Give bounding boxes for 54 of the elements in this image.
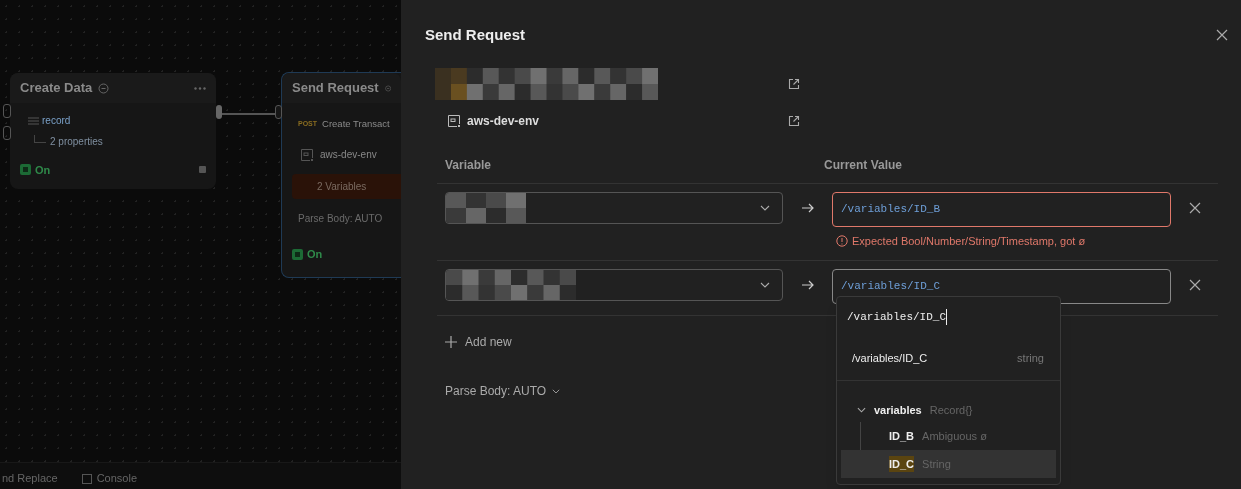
plus-icon [445, 336, 457, 348]
request-name: Create Transact [322, 117, 390, 131]
list-icon [28, 116, 39, 125]
input-port[interactable] [275, 105, 282, 119]
environment-name: aws-dev-env [467, 112, 540, 130]
input-port[interactable] [3, 104, 11, 118]
type-label: Ambiguous ø [922, 428, 987, 444]
info-icon [98, 82, 110, 94]
status-label: On [35, 162, 51, 178]
environment-icon [447, 113, 461, 128]
status-label: On [307, 247, 323, 263]
more-icon[interactable] [194, 86, 206, 90]
environment-name: aws-dev-env [320, 148, 377, 163]
error-message: Expected Bool/Number/String/Timestamp, got ø [852, 233, 1086, 249]
tree-item[interactable]: ID_B Ambiguous ø [841, 422, 1056, 450]
chevron-down-icon [552, 388, 561, 394]
column-header: Variable [444, 156, 493, 174]
close-icon[interactable] [1188, 201, 1201, 214]
variable-select[interactable] [445, 191, 783, 224]
toggle-indicator[interactable] [292, 249, 303, 260]
variables-badge[interactable]: 2 Variables [292, 174, 401, 200]
square-icon [199, 166, 206, 174]
close-icon[interactable] [1216, 29, 1228, 42]
error-icon [836, 234, 848, 247]
arrow-right-icon [801, 202, 814, 213]
chevron-down-icon [760, 204, 770, 211]
node-title: Create Data [20, 79, 93, 98]
node-card[interactable]: Create Data record 2 properties On [10, 73, 216, 189]
toggle-indicator[interactable] [20, 164, 31, 176]
output-port[interactable] [216, 105, 222, 119]
chevron-down-icon [760, 282, 770, 288]
node-title: Send Request [292, 79, 379, 98]
close-icon[interactable] [1188, 279, 1201, 291]
environment-icon [300, 147, 314, 162]
column-header: Current Value [824, 156, 903, 174]
external-link-icon[interactable] [788, 114, 800, 127]
arrow-right-icon [801, 280, 814, 290]
external-link-icon[interactable] [788, 77, 800, 90]
field-detail: 2 properties [50, 135, 103, 149]
tree-item[interactable]: variables Record{} [841, 400, 1056, 420]
input-port[interactable] [3, 126, 11, 140]
add-new-button[interactable]: Add new [445, 333, 512, 351]
suggestion-item[interactable]: /variables/ID_C string [837, 337, 1060, 381]
chevron-down-icon [857, 407, 866, 413]
type-label: Record{} [929, 402, 973, 418]
search-input[interactable]: /variables/ID_C [847, 308, 948, 326]
field-name: record [42, 114, 71, 128]
panel-title: Send Request [425, 25, 526, 45]
parse-body-select[interactable]: Parse Body: AUTO [445, 382, 561, 400]
variable-select[interactable] [445, 269, 783, 301]
console-icon [81, 473, 92, 484]
value-field[interactable]: /variables/ID_B [832, 191, 1171, 227]
type-label: string [1017, 351, 1044, 367]
info-icon [384, 82, 391, 94]
